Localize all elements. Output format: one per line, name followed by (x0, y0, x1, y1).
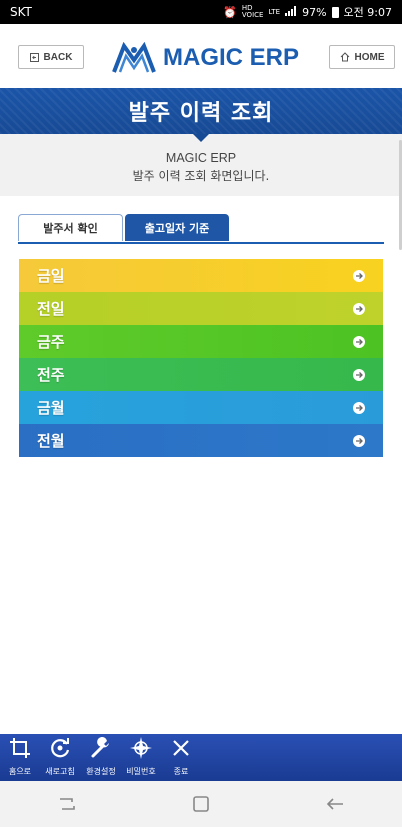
toolbar-label: 비밀번호 (126, 767, 156, 776)
lte-icon: LTE (268, 7, 281, 16)
description-text: 발주 이력 조회 화면입니다. (132, 169, 270, 183)
bottom-toolbar: 홈으로 새로고침 환경설정 비밀번호 종료 (0, 734, 402, 781)
toolbar-exit-button[interactable]: 종료 (161, 737, 201, 777)
arrow-right-icon (353, 401, 365, 414)
back-nav-icon[interactable] (325, 796, 345, 812)
refresh-icon (51, 738, 70, 758)
signal-icon (285, 5, 297, 19)
arrow-right-icon (353, 434, 365, 447)
wrench-icon (91, 737, 109, 758)
menu-item-label: 전주 (37, 366, 65, 384)
toolbar-label: 환경설정 (86, 767, 116, 776)
tab-order-check[interactable]: 발주서 확인 (18, 214, 123, 241)
arrow-right-icon (353, 368, 365, 381)
toolbar-password-button[interactable]: 비밀번호 (121, 737, 161, 777)
hd-voice-icon: HD VOICE (241, 4, 264, 19)
home-button[interactable]: HOME (329, 45, 395, 69)
toolbar-refresh-button[interactable]: 새로고침 (40, 737, 80, 777)
back-icon (29, 52, 39, 62)
menu-item-yesterday[interactable]: 전일 (19, 292, 383, 325)
menu-item-this-week[interactable]: 금주 (19, 325, 383, 358)
arrow-right-icon (353, 269, 365, 282)
menu-item-label: 전일 (37, 300, 65, 318)
menu-item-label: 전월 (37, 432, 65, 450)
crop-icon (10, 738, 30, 758)
compass-star-icon (130, 737, 152, 759)
page-title: 발주 이력 조회 (128, 101, 274, 126)
period-menu: 금일 전일 금주 전주 금월 전월 (19, 259, 383, 457)
back-button[interactable]: BACK (18, 45, 84, 69)
battery-percent: 97% (302, 5, 327, 19)
toolbar-label: 새로고침 (45, 767, 75, 776)
home-nav-icon[interactable] (192, 795, 210, 813)
tab-ship-date[interactable]: 출고일자 기준 (125, 214, 229, 241)
menu-item-today[interactable]: 금일 (19, 259, 383, 292)
magic-erp-logo: MAGIC ERP (112, 38, 299, 78)
recent-apps-icon[interactable] (57, 796, 77, 812)
home-icon (340, 52, 349, 62)
status-icons: ⏰ HD VOICE LTE 97% 오전 9:07 (223, 4, 392, 20)
arrow-right-icon (353, 302, 365, 315)
toolbar-label: 종료 (173, 767, 189, 776)
title-banner: 발주 이력 조회 (0, 88, 402, 134)
back-label: BACK (43, 51, 73, 63)
toolbar-label: 홈으로 (8, 767, 32, 776)
logo-text: MAGIC ERP (163, 44, 300, 71)
tab-bar: 발주서 확인 출고일자 기준 (18, 214, 384, 244)
menu-item-label: 금주 (37, 333, 65, 351)
logo-mark-icon (112, 42, 156, 73)
status-bar: SKT ⏰ HD VOICE LTE 97% 오전 9:07 (0, 0, 402, 24)
battery-icon (331, 6, 339, 18)
system-navigation-bar (0, 781, 402, 827)
menu-item-this-month[interactable]: 금월 (19, 391, 383, 424)
home-label: HOME (354, 51, 385, 63)
toolbar-home-button[interactable]: 홈으로 (0, 737, 40, 777)
close-icon (173, 740, 189, 756)
toolbar-settings-button[interactable]: 환경설정 (81, 737, 121, 777)
arrow-right-icon (353, 335, 365, 348)
title-notch (193, 134, 209, 142)
menu-item-last-week[interactable]: 전주 (19, 358, 383, 391)
app-header: BACK MAGIC ERP HOME (0, 24, 402, 88)
description-area: MAGIC ERP 발주 이력 조회 화면입니다. (0, 134, 402, 196)
menu-item-last-month[interactable]: 전월 (19, 424, 383, 457)
clock: 오전 9:07 (343, 6, 392, 19)
description-app-name: MAGIC ERP (165, 151, 237, 165)
carrier-label: SKT (10, 5, 32, 19)
menu-item-label: 금월 (37, 399, 65, 417)
menu-item-label: 금일 (37, 267, 65, 285)
alarm-icon: ⏰ (223, 5, 237, 19)
